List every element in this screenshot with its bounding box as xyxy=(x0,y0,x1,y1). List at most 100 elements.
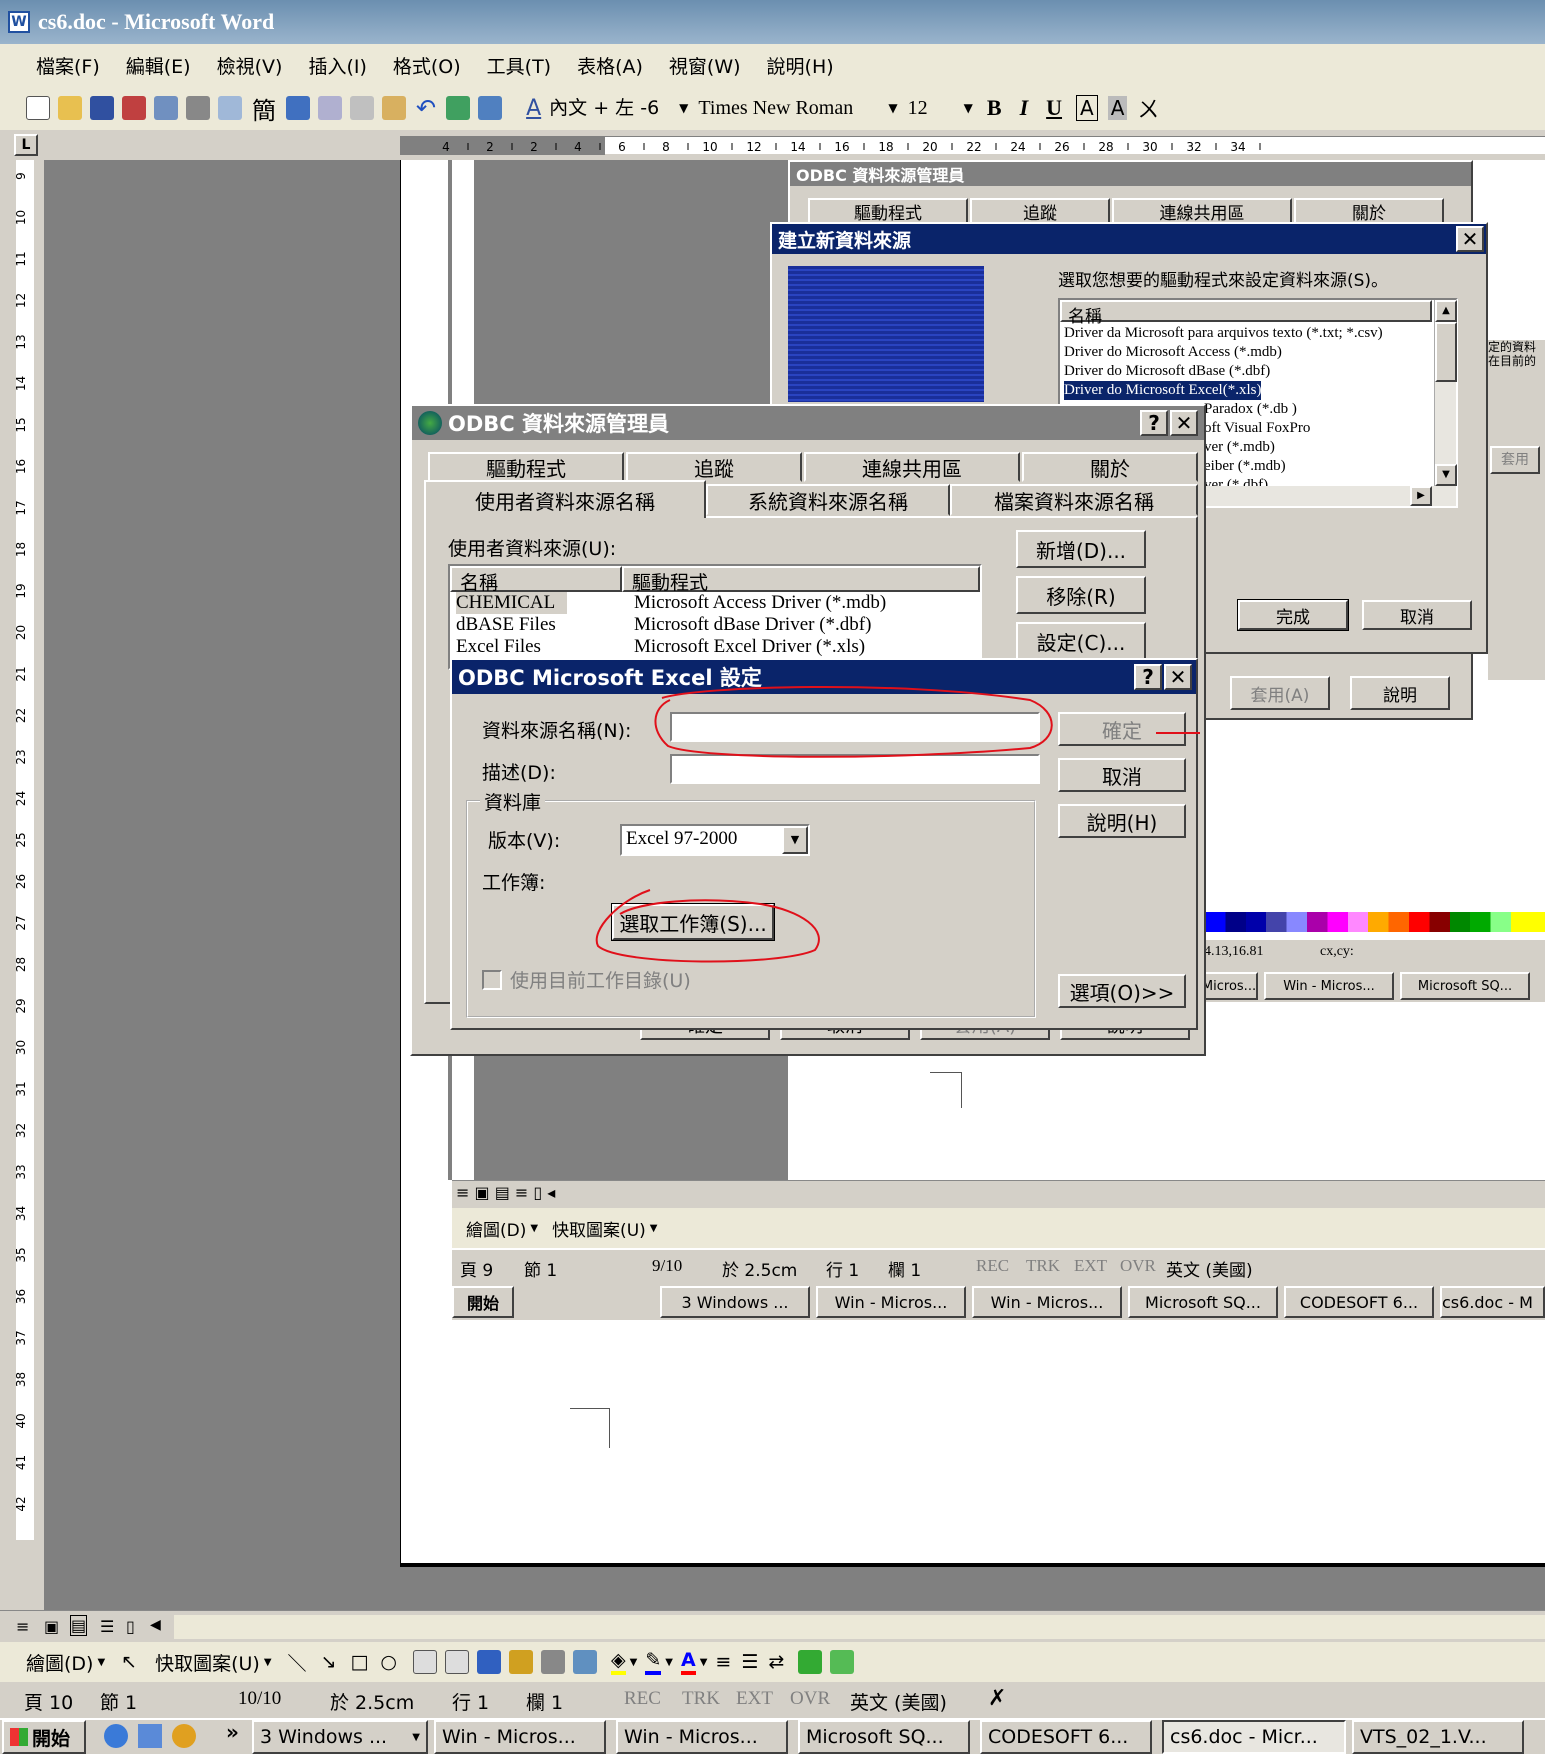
select-objects-icon[interactable]: ↖ xyxy=(121,1651,137,1673)
bg-tab-drivers[interactable]: 驅動程式 xyxy=(808,198,968,224)
tab-file-dsn[interactable]: 檔案資料來源名稱 xyxy=(950,484,1198,516)
reading-view-icon[interactable]: ▯ xyxy=(126,1617,135,1636)
bg-tab-trace[interactable]: 追蹤 xyxy=(970,198,1110,224)
undo-icon[interactable]: ↶ xyxy=(416,94,436,122)
driver-item[interactable]: Driver do Microsoft Access (*.mdb) xyxy=(1064,343,1434,362)
scroll-left-icon[interactable]: ◀ xyxy=(150,1617,161,1633)
print-view-icon[interactable]: ▤ xyxy=(70,1615,88,1636)
scroll-up-icon[interactable]: ▲ xyxy=(1435,300,1457,322)
menu-view[interactable]: 檢視(V) xyxy=(217,52,283,79)
hyperlink-icon[interactable] xyxy=(446,96,471,120)
status-trk[interactable]: TRK xyxy=(682,1688,720,1710)
dsn-input[interactable] xyxy=(670,712,1040,742)
version-select[interactable]: Excel 97-2000 ▼ xyxy=(620,824,810,856)
dsn-col-driver[interactable]: 驅動程式 xyxy=(622,566,980,594)
driver-list-vscroll[interactable]: ▲ ▼ xyxy=(1434,300,1457,486)
char-shading-icon[interactable]: A xyxy=(1107,96,1128,120)
checkbox-icon[interactable] xyxy=(482,969,502,990)
font-box[interactable]: Times New Roman xyxy=(698,97,888,120)
spelling-icon[interactable] xyxy=(286,96,310,120)
styles-icon[interactable]: A xyxy=(526,96,541,121)
taskbar-item-sql[interactable]: Microsoft SQ... xyxy=(798,1720,970,1754)
user-dsn-list[interactable]: 名稱 驅動程式 CHEMICAL Microsoft Access Driver… xyxy=(448,564,982,670)
research-icon[interactable] xyxy=(318,96,342,120)
tab-drivers[interactable]: 驅動程式 xyxy=(428,452,624,482)
taskbar-item-win-micros-1[interactable]: Win - Micros... xyxy=(434,1720,606,1754)
textbox-icon[interactable] xyxy=(413,1650,438,1674)
diagram-icon[interactable] xyxy=(509,1650,534,1674)
picture-icon[interactable] xyxy=(573,1650,598,1674)
horizontal-ruler[interactable]: 4 2 2 4 6 8 10 12 14 16 18 20 22 24 26 28 30 32 34 xyxy=(400,136,1545,155)
select-workbook-button[interactable]: 選取工作簿(S)... xyxy=(611,903,775,941)
style-box[interactable]: 內文 + 左 -6 xyxy=(549,93,680,123)
web-view-icon[interactable]: ▣ xyxy=(44,1617,59,1636)
bg-tab-pool[interactable]: 連線共用區 xyxy=(1112,198,1292,224)
tab-trace[interactable]: 追蹤 xyxy=(626,452,802,482)
tab-system-dsn[interactable]: 系統資料來源名稱 xyxy=(706,484,950,516)
line-style-icon[interactable]: ≡ xyxy=(715,1651,731,1673)
outline-view-icon[interactable]: ☰ xyxy=(100,1617,114,1636)
scroll-thumb[interactable] xyxy=(1435,322,1457,382)
side-apply-button[interactable]: 套用 xyxy=(1490,446,1540,474)
setup-cancel-button[interactable]: 取消 xyxy=(1058,758,1186,792)
start-button[interactable]: 開始 xyxy=(2,1720,86,1754)
driver-item[interactable]: Driver do Microsoft dBase (*.dbf) xyxy=(1064,362,1434,381)
menu-file[interactable]: 檔案(F) xyxy=(36,52,100,79)
underline-button[interactable]: U xyxy=(1046,95,1062,121)
email-icon[interactable] xyxy=(154,96,178,120)
autoshapes-menu[interactable]: 快取圖案(U) xyxy=(155,1649,260,1676)
size-dropdown-icon[interactable]: ▼ xyxy=(964,101,973,115)
table-icon[interactable] xyxy=(478,96,503,120)
wordart-icon[interactable] xyxy=(477,1650,502,1674)
new-doc-icon[interactable] xyxy=(26,96,50,120)
options-button[interactable]: 選項(O)>> xyxy=(1058,974,1186,1008)
paste-icon[interactable] xyxy=(382,96,406,120)
new-ds-finish-button[interactable]: 完成 xyxy=(1237,599,1349,631)
save-icon[interactable] xyxy=(90,96,114,120)
open-icon[interactable] xyxy=(58,96,82,120)
tab-about[interactable]: 關於 xyxy=(1022,452,1198,482)
bold-button[interactable]: B xyxy=(987,95,1002,121)
new-ds-cancel-button[interactable]: 取消 xyxy=(1362,600,1472,630)
font-dropdown-icon[interactable]: ▼ xyxy=(888,101,897,115)
taskbar-item-win-micros-2[interactable]: Win - Micros... xyxy=(616,1720,788,1754)
taskbar-item-windows[interactable]: 3 Windows ... ▼ xyxy=(252,1720,428,1754)
add-button[interactable]: 新增(D)... xyxy=(1016,530,1146,568)
taskbar-item-vts[interactable]: VTS_02_1.V... xyxy=(1352,1720,1524,1754)
dash-style-icon[interactable]: ☰ xyxy=(741,1651,758,1673)
setup-ok-button[interactable]: 確定 xyxy=(1058,712,1186,746)
desktop-icon[interactable] xyxy=(138,1724,162,1748)
vertical-textbox-icon[interactable] xyxy=(445,1650,470,1674)
tab-selector[interactable]: L xyxy=(14,134,38,156)
driver-item[interactable]: Driver da Microsoft para arquivos texto … xyxy=(1064,324,1434,343)
arrow-style-icon[interactable]: ⇄ xyxy=(768,1651,784,1673)
draw-menu[interactable]: 繪圖(D) xyxy=(26,1649,93,1676)
setup-help-button[interactable]: 說明(H) xyxy=(1058,804,1186,838)
menu-help[interactable]: 說明(H) xyxy=(767,52,834,79)
menu-window[interactable]: 視窗(W) xyxy=(669,52,741,79)
status-ovr[interactable]: OVR xyxy=(790,1688,830,1710)
menu-format[interactable]: 格式(O) xyxy=(393,52,461,79)
normal-view-icon[interactable]: ≡ xyxy=(16,1617,29,1636)
bg-apply-button[interactable]: 套用(A) xyxy=(1230,676,1330,710)
clipart-icon[interactable] xyxy=(541,1650,566,1674)
shadow-icon[interactable] xyxy=(798,1650,823,1674)
italic-button[interactable]: I xyxy=(1020,95,1029,121)
bg-help-button[interactable]: 說明 xyxy=(1350,676,1450,710)
arrow-icon[interactable]: ↘ xyxy=(321,1651,337,1673)
dsn-col-name[interactable]: 名稱 xyxy=(450,566,622,594)
menu-edit[interactable]: 編輯(E) xyxy=(126,52,191,79)
fill-color-icon[interactable]: ◈ xyxy=(611,1649,626,1675)
menu-tools[interactable]: 工具(T) xyxy=(487,52,551,79)
style-dropdown-icon[interactable]: ▼ xyxy=(679,101,688,115)
remove-button[interactable]: 移除(R) xyxy=(1016,576,1146,614)
excel-setup-help-button[interactable]: ? xyxy=(1134,664,1162,690)
menu-table[interactable]: 表格(A) xyxy=(577,52,643,79)
status-ext[interactable]: EXT xyxy=(736,1688,773,1710)
dsn-row[interactable]: dBASE Files Microsoft dBase Driver (*.db… xyxy=(454,614,974,636)
hscrollbar[interactable] xyxy=(174,1615,1545,1639)
odbc-admin-close-button[interactable]: ✕ xyxy=(1170,410,1198,436)
copy-icon[interactable] xyxy=(350,96,374,120)
odbc-admin-help-button[interactable]: ? xyxy=(1140,410,1168,436)
dsn-row[interactable]: Excel Files Microsoft Excel Driver (*.xl… xyxy=(454,636,974,658)
